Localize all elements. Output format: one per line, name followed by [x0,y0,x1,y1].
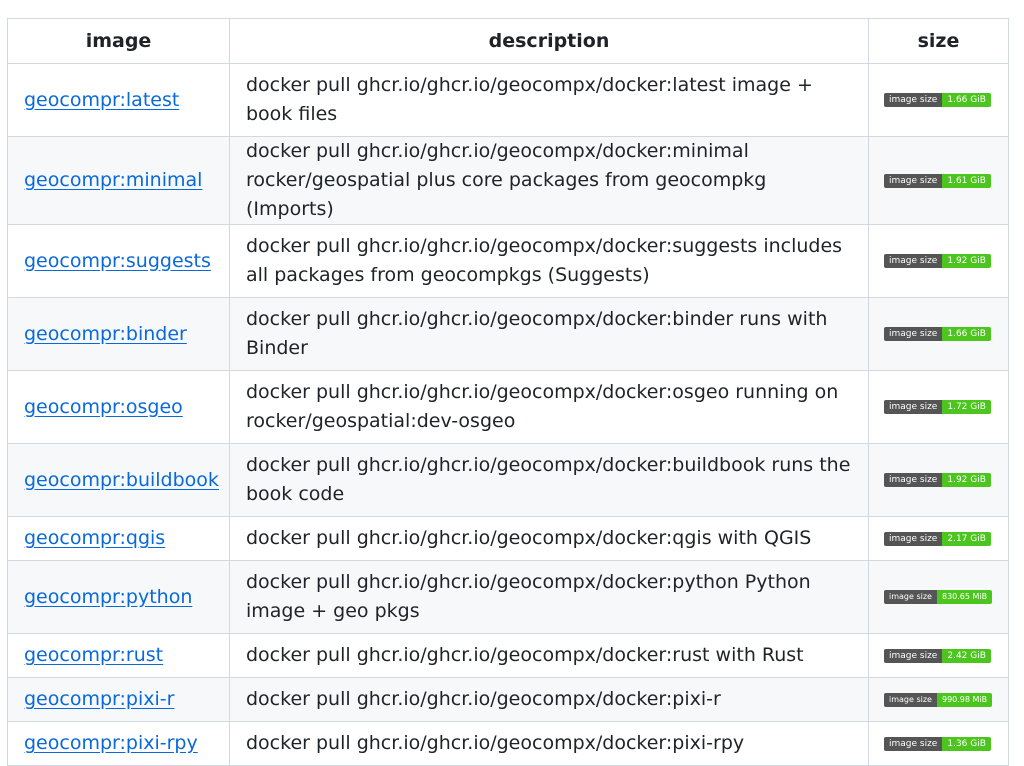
size-cell: image size 1.72 GiB [868,370,1009,444]
badge-label: image size [884,692,937,707]
image-link[interactable]: geocompr:osgeo [24,396,183,418]
image-link[interactable]: geocompr:suggests [24,250,211,272]
size-cell: image size 1.92 GiB [868,443,1009,517]
badge-label: image size [884,473,943,487]
description-cell: docker pull ghcr.io/ghcr.io/geocompx/doc… [229,721,869,766]
image-link[interactable]: geocompr:pixi-r [24,688,174,710]
header-size: size [868,18,1009,64]
image-link[interactable]: geocompr:qgis [24,527,165,549]
table-row: geocompr:minimal docker pull ghcr.io/ghcr… [7,136,1009,225]
image-link[interactable]: geocompr:python [24,586,192,608]
table-row: geocompr:python docker pull ghcr.io/ghcr.… [7,560,1009,634]
badge-value: 1.61 GiB [942,173,991,188]
description-cell: docker pull ghcr.io/ghcr.io/geocompx/doc… [229,370,869,444]
docker-images-table: image description size geocompr:latest do… [7,18,1009,766]
badge-label: image size [884,327,943,341]
table-row: geocompr:latest docker pull ghcr.io/ghcr.… [7,63,1009,137]
image-size-badge: image size 1.72 GiB [884,400,991,414]
table-row: geocompr:binder docker pull ghcr.io/ghcr.… [7,297,1009,371]
table-row: geocompr:buildbook docker pull ghcr.io/gh… [7,443,1009,517]
image-size-badge: image size 2.42 GiB [884,648,991,663]
image-link[interactable]: geocompr:rust [24,644,163,666]
description-cell: docker pull ghcr.io/ghcr.io/geocompx/doc… [229,633,869,678]
size-cell: image size 830.65 MiB [868,560,1009,634]
image-size-badge: image size 1.36 GiB [884,736,991,751]
badge-value: 1.92 GiB [942,473,991,487]
badge-value: 1.92 GiB [942,254,991,268]
image-size-badge: image size 1.66 GiB [884,327,991,341]
badge-label: image size [884,173,943,188]
table-row: geocompr:pixi-rpy docker pull ghcr.io/ghc… [7,721,1009,766]
badge-value: 1.66 GiB [942,327,991,341]
table-header-row: image description size [7,18,1009,64]
description-cell: docker pull ghcr.io/ghcr.io/geocompx/doc… [229,63,869,137]
badge-value: 1.66 GiB [942,93,991,107]
description-cell: docker pull ghcr.io/ghcr.io/geocompx/doc… [229,297,869,371]
size-cell: image size 1.36 GiB [868,721,1009,766]
table-row: geocompr:pixi-r docker pull ghcr.io/ghcr.… [7,677,1009,722]
image-cell: geocompr:qgis [7,516,230,561]
badge-value: 2.17 GiB [942,531,991,546]
table-row: geocompr:suggests docker pull ghcr.io/ghc… [7,224,1009,298]
badge-label: image size [884,254,943,268]
image-cell: geocompr:osgeo [7,370,230,444]
image-size-badge: image size 830.65 MiB [884,590,993,604]
badge-value: 1.72 GiB [942,400,991,414]
size-cell: image size 1.66 GiB [868,297,1009,371]
description-cell: docker pull ghcr.io/ghcr.io/geocompx/doc… [229,443,869,517]
image-cell: geocompr:buildbook [7,443,230,517]
badge-label: image size [884,590,937,604]
description-cell: docker pull ghcr.io/ghcr.io/geocompx/doc… [229,560,869,634]
image-size-badge: image size 990.98 MiB [884,692,993,707]
badge-value: 990.98 MiB [936,692,993,707]
header-description: description [229,18,869,64]
image-link[interactable]: geocompr:minimal [24,169,202,191]
image-link[interactable]: geocompr:pixi-rpy [24,732,198,754]
image-size-badge: image size 1.92 GiB [884,254,991,268]
image-cell: geocompr:pixi-rpy [7,721,230,766]
image-link[interactable]: geocompr:binder [24,323,187,345]
description-cell: docker pull ghcr.io/ghcr.io/geocompx/doc… [229,224,869,298]
size-cell: image size 990.98 MiB [868,677,1009,722]
badge-value: 1.36 GiB [942,736,991,751]
badge-value: 2.42 GiB [942,648,991,663]
badge-label: image size [884,531,943,546]
image-cell: geocompr:python [7,560,230,634]
image-size-badge: image size 1.61 GiB [884,173,991,188]
image-cell: geocompr:minimal [7,136,230,225]
size-cell: image size 2.42 GiB [868,633,1009,678]
table-row: geocompr:qgis docker pull ghcr.io/ghcr.io… [7,516,1009,561]
image-size-badge: image size 1.92 GiB [884,473,991,487]
badge-label: image size [884,400,943,414]
image-cell: geocompr:rust [7,633,230,678]
image-cell: geocompr:latest [7,63,230,137]
description-cell: docker pull ghcr.io/ghcr.io/geocompx/doc… [229,677,869,722]
badge-label: image size [884,93,943,107]
badge-value: 830.65 MiB [936,590,993,604]
header-image: image [7,18,230,64]
badge-label: image size [884,736,943,751]
description-cell: docker pull ghcr.io/ghcr.io/geocompx/doc… [229,136,869,225]
description-cell: docker pull ghcr.io/ghcr.io/geocompx/doc… [229,516,869,561]
size-cell: image size 2.17 GiB [868,516,1009,561]
image-link[interactable]: geocompr:latest [24,89,179,111]
table-row: geocompr:rust docker pull ghcr.io/ghcr.io… [7,633,1009,678]
image-cell: geocompr:suggests [7,224,230,298]
image-size-badge: image size 1.66 GiB [884,93,991,107]
image-size-badge: image size 2.17 GiB [884,531,991,546]
image-cell: geocompr:pixi-r [7,677,230,722]
image-cell: geocompr:binder [7,297,230,371]
table-row: geocompr:osgeo docker pull ghcr.io/ghcr.i… [7,370,1009,444]
size-cell: image size 1.92 GiB [868,224,1009,298]
image-link[interactable]: geocompr:buildbook [24,469,219,491]
size-cell: image size 1.61 GiB [868,136,1009,225]
size-cell: image size 1.66 GiB [868,63,1009,137]
badge-label: image size [884,648,943,663]
